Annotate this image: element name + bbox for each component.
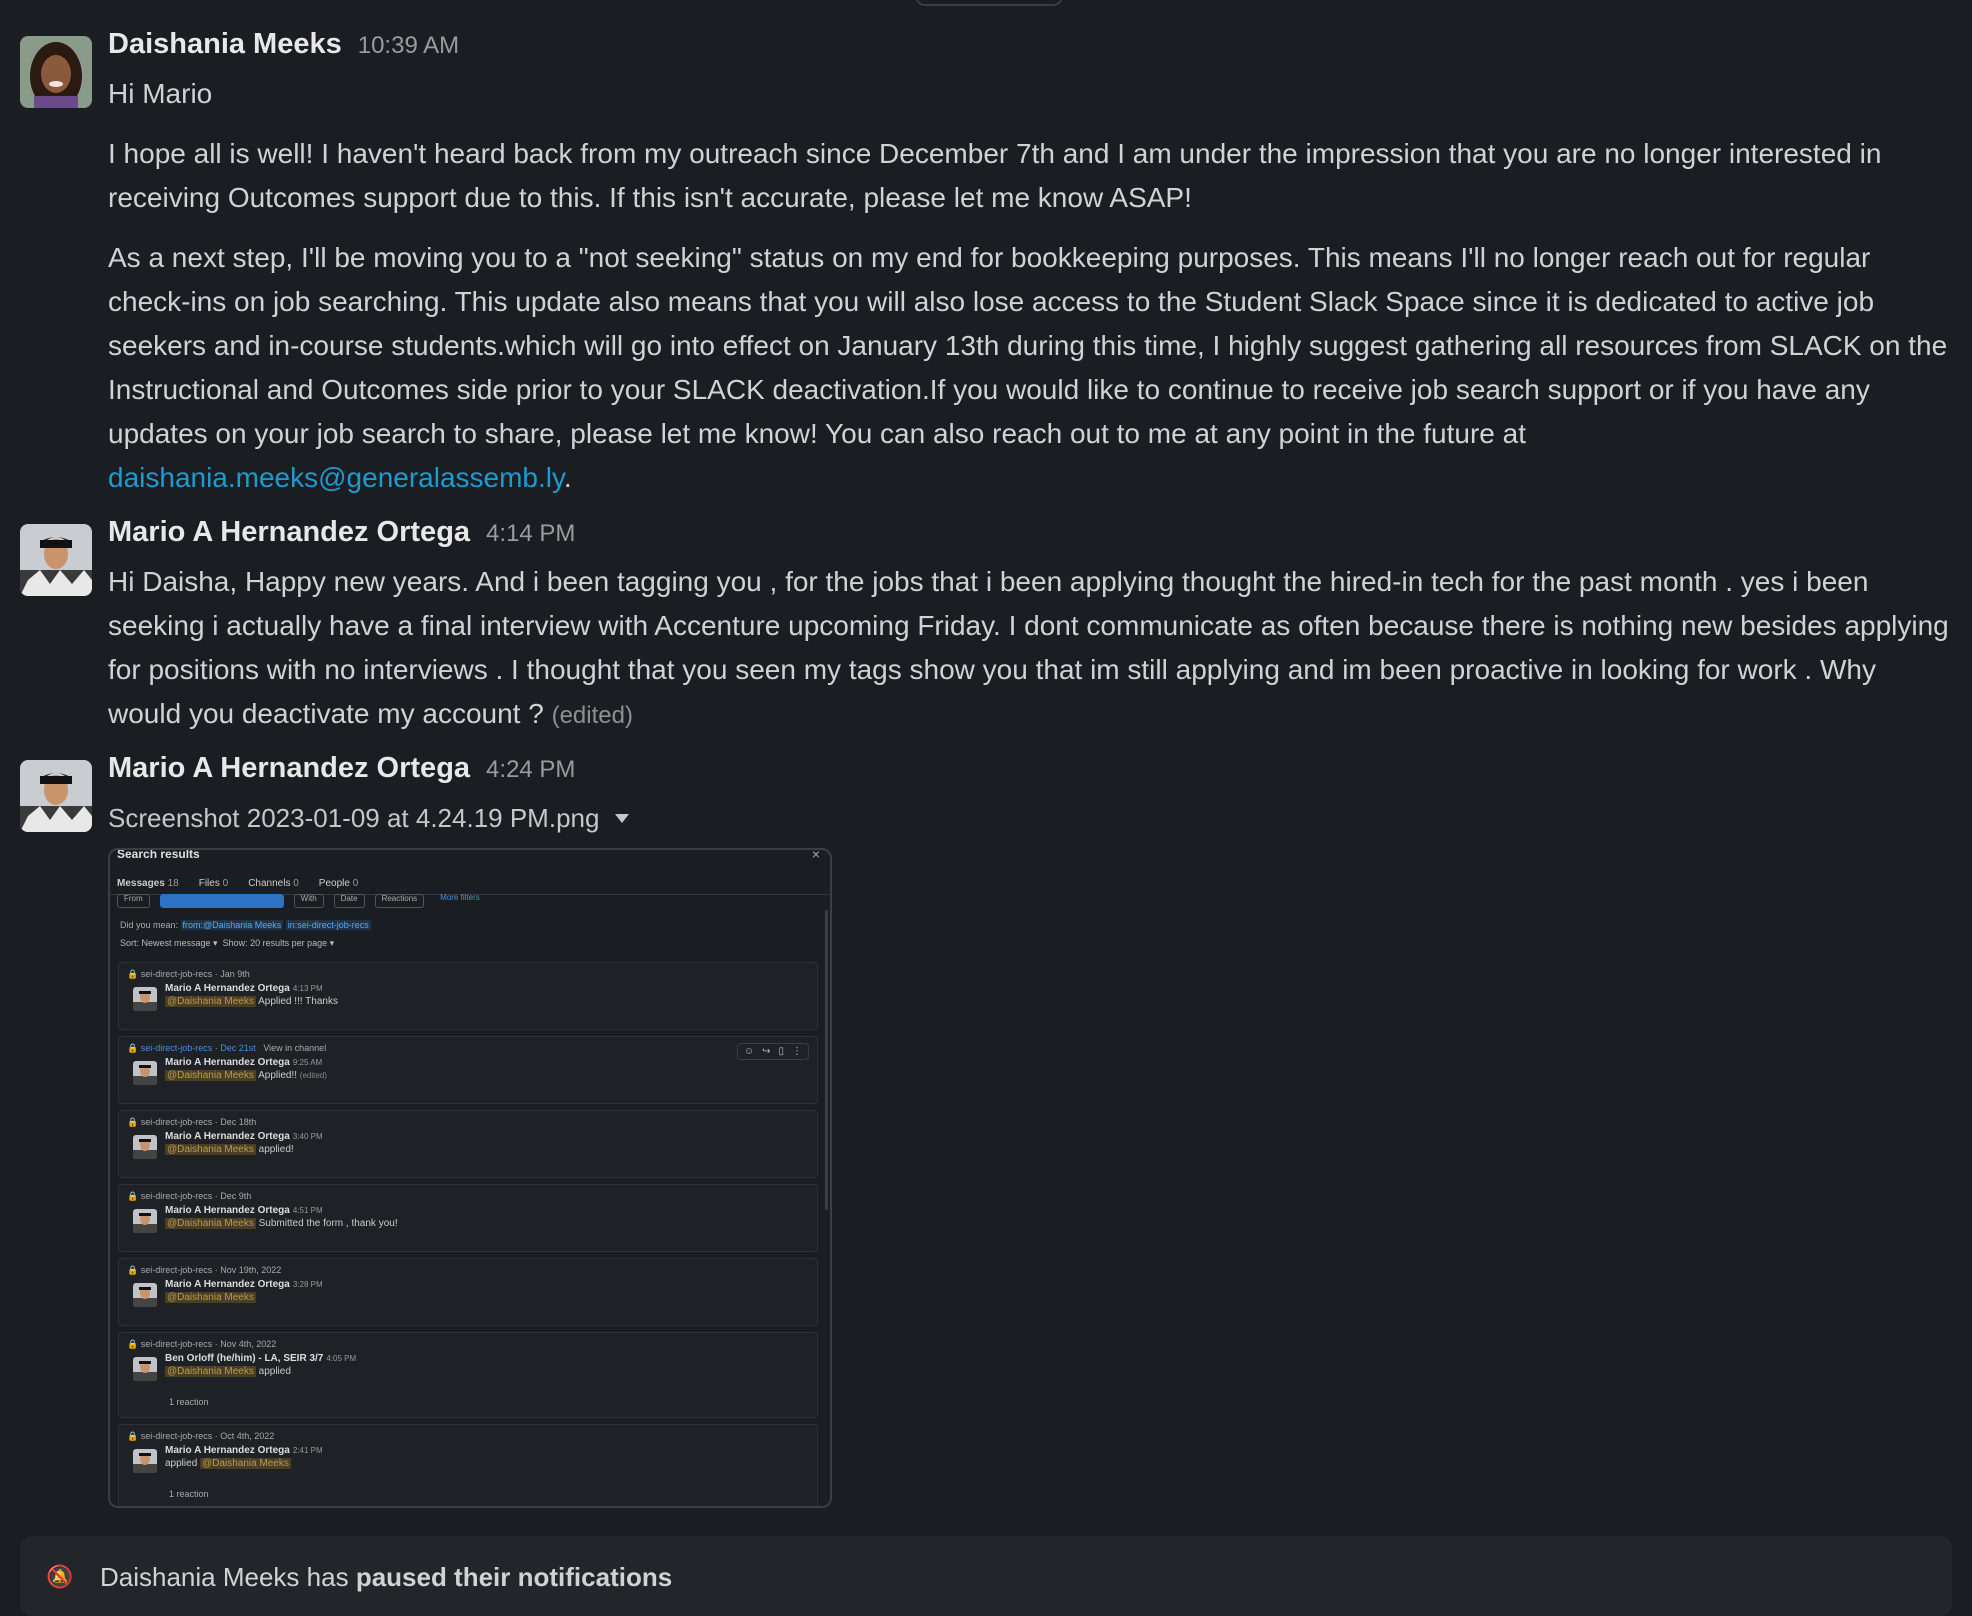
result-author: Mario A Hernandez Ortega 4:13 PM [165, 983, 323, 994]
result-author: Mario A Hernandez Ortega 4:51 PM [165, 1205, 323, 1216]
result-meta: 🔒 sei-direct-job-recs · Dec 9th [127, 1191, 252, 1201]
message-greeting: Hi Mario [108, 78, 213, 109]
result-meta: 🔒 sei-direct-job-recs · Jan 9th [127, 969, 250, 979]
banner-text: Daishania Meeks has paused their notific… [100, 1562, 673, 1592]
avatar [133, 1449, 157, 1473]
avatar [133, 1283, 157, 1307]
avatar [133, 1135, 157, 1159]
avatar[interactable] [20, 524, 92, 596]
avatar[interactable] [20, 760, 92, 832]
message-paragraph: I hope all is well! I haven't heard back… [108, 138, 1882, 213]
edited-label: (edited) [551, 702, 633, 729]
message-paragraph: Hi Daisha, Happy new years. And i been t… [108, 560, 1952, 738]
bell-pause-icon: 🔕 [46, 1564, 74, 1589]
lock-icon: 🔒 [127, 1191, 139, 1201]
file-attachment-header[interactable]: Screenshot 2023-01-09 at 4.24.19 PM.png [108, 796, 1952, 840]
lock-icon: 🔒 [127, 969, 139, 979]
tab-messages: Messages 18 [117, 878, 179, 889]
result-author: Ben Orloff (he/him) - LA, SEIR 3/7 4:05 P… [165, 1353, 357, 1364]
result-text: @Daishania Meeks [165, 1292, 256, 1303]
did-you-mean: Did you mean: from:@Daishania Meeks in:s… [120, 920, 371, 930]
result-meta: 🔒 sei-direct-job-recs · Nov 19th, 2022 [127, 1265, 282, 1275]
search-tabs: Messages 18 Files 0 Channels 0 People 0 [117, 878, 358, 889]
filter-reactions: Reactions [374, 894, 425, 908]
filter-row: From With Date Reactions More filters [117, 894, 486, 908]
filter-from: From [117, 894, 150, 908]
result-text: @Daishania Meeks Applied !!! Thanks [165, 996, 338, 1007]
result-author: Mario A Hernandez Ortega 3:40 PM [165, 1131, 323, 1142]
lock-icon: 🔒 [127, 1431, 139, 1441]
filter-date: Date [333, 894, 365, 908]
tab-channels: Channels 0 [248, 878, 299, 889]
punctuation: . [563, 462, 572, 493]
tab-people: People 0 [318, 878, 359, 889]
search-result-card[interactable]: 🔒 sei-direct-job-recs · Dec 21st View in… [118, 1036, 818, 1104]
email-link[interactable]: daishania.meeks@generalassemb.ly [108, 462, 564, 493]
result-author: Mario A Hernandez Ortega 9:25 AM [165, 1057, 323, 1068]
reaction-count: 1 reaction [169, 1489, 209, 1499]
result-author: Mario A Hernandez Ortega 2:41 PM [165, 1445, 323, 1456]
result-author: Mario A Hernandez Ortega 3:28 PM [165, 1279, 323, 1290]
result-meta: 🔒 sei-direct-job-recs · Oct 4th, 2022 [127, 1431, 275, 1441]
search-result-card[interactable]: 🔒 sei-direct-job-recs · Dec 18th Mario A … [118, 1110, 818, 1178]
timestamp[interactable]: 4:14 PM [486, 520, 575, 548]
message-actions: ☺ ↪ ▯ ⋮ [736, 1043, 809, 1060]
chevron-down-icon[interactable] [615, 813, 630, 823]
search-results-title: Search results [117, 848, 200, 861]
message-text: As a next step, I'll be moving you to a … [108, 242, 1948, 449]
search-result-card[interactable]: 🔒 sei-direct-job-recs · Nov 4th, 2022 Ben… [118, 1332, 818, 1418]
tab-files: Files 0 [198, 878, 229, 889]
search-result-card[interactable]: 🔒 sei-direct-job-recs · Dec 9th Mario A H… [118, 1184, 818, 1252]
timestamp[interactable]: 4:24 PM [486, 756, 575, 784]
avatar [133, 1357, 157, 1381]
result-text: @Daishania Meeks Submitted the form , th… [165, 1218, 398, 1229]
message-paragraph: As a next step, I'll be moving you to a … [108, 236, 1952, 500]
filter-with: With [293, 894, 324, 908]
file-name[interactable]: Screenshot 2023-01-09 at 4.24.19 PM.png [108, 796, 599, 840]
result-text: @Daishania Meeks applied! [165, 1144, 294, 1155]
result-text: @Daishania Meeks applied [165, 1366, 291, 1377]
lock-icon: 🔒 [127, 1265, 139, 1275]
search-result-card[interactable]: 🔒 sei-direct-job-recs · Oct 4th, 2022 Mar… [118, 1424, 818, 1506]
search-result-card[interactable]: 🔒 sei-direct-job-recs · Nov 19th, 2022 Ma… [118, 1258, 818, 1326]
sender-name[interactable]: Daishania Meeks [108, 28, 342, 61]
lock-icon: 🔒 [127, 1117, 139, 1127]
sort-row: Sort: Newest message ▾ Show: 20 results … [120, 938, 335, 948]
reaction-count: 1 reaction [169, 1397, 209, 1407]
avatar [133, 987, 157, 1011]
attached-screenshot[interactable]: Search results × Messages 18 Files 0 Cha… [108, 848, 832, 1508]
avatar [133, 1061, 157, 1085]
lock-icon: 🔒 [127, 1043, 139, 1053]
sender-name[interactable]: Mario A Hernandez Ortega [108, 752, 470, 785]
timestamp[interactable]: 10:39 AM [358, 32, 459, 60]
scrollbar [825, 910, 828, 1210]
avatar [133, 1209, 157, 1233]
search-result-card[interactable]: 🔒 sei-direct-job-recs · Jan 9th Mario A H… [118, 962, 818, 1030]
result-meta: 🔒 sei-direct-job-recs · Dec 18th [127, 1117, 257, 1127]
lock-icon: 🔒 [127, 1339, 139, 1349]
filter-more: More filters [440, 893, 480, 902]
result-text: @Daishania Meeks Applied!! (edited) [165, 1070, 327, 1081]
avatar[interactable] [20, 36, 92, 108]
result-meta: 🔒 sei-direct-job-recs · Dec 21st View in… [127, 1043, 327, 1053]
message-text: Hi Daisha, Happy new years. And i been t… [108, 566, 1949, 729]
close-icon: × [811, 848, 820, 862]
new-messages-pill[interactable] [915, 0, 1063, 6]
filter-active [159, 894, 284, 908]
result-text: applied @Daishania Meeks [165, 1458, 291, 1469]
sender-name[interactable]: Mario A Hernandez Ortega [108, 516, 470, 549]
result-meta: 🔒 sei-direct-job-recs · Nov 4th, 2022 [127, 1339, 277, 1349]
notifications-paused-banner: 🔕 Daishania Meeks has paused their notif… [20, 1536, 1952, 1616]
